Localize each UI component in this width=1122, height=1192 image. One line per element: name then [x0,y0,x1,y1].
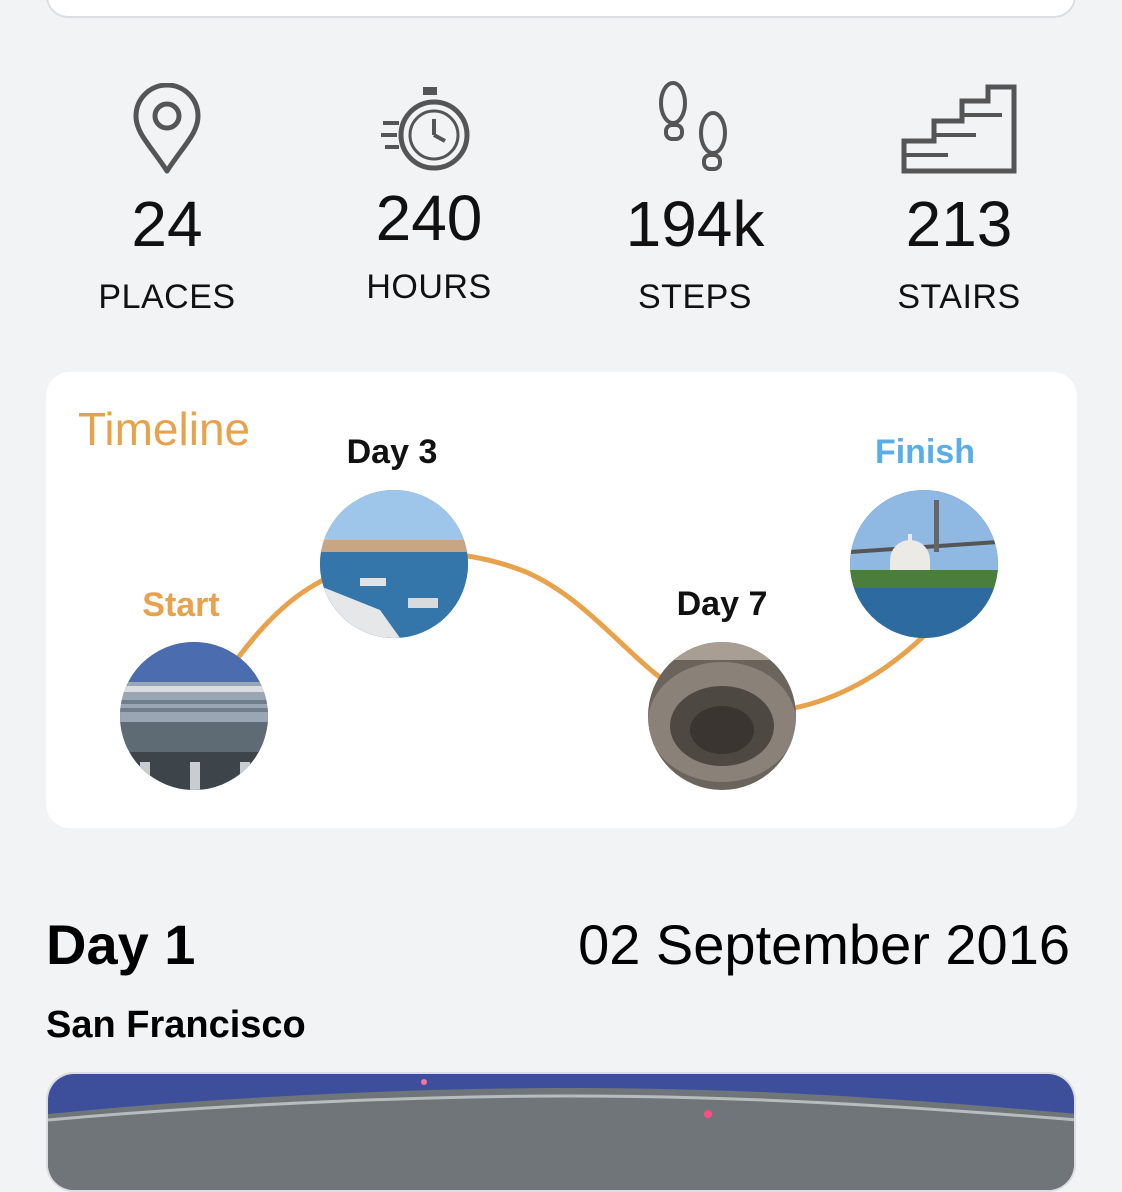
timeline-label-start: Start [142,586,220,624]
stat-value: 24 [131,188,203,260]
timeline-photo-start[interactable] [120,642,268,790]
stairs-icon [839,74,1079,184]
stat-value: 240 [375,182,483,254]
day-photo[interactable] [46,1072,1076,1192]
stat-steps: 194k STEPS [575,74,815,317]
footsteps-icon [575,74,815,184]
day-city: San Francisco [46,1004,306,1046]
timeline-label-finish: Finish [874,433,976,471]
timeline-photo-finish[interactable] [850,490,998,638]
stat-hours: 240 HOURS [309,74,549,307]
stat-label: STEPS [638,278,752,316]
day-title: Day 1 [46,913,196,976]
trip-stats: 24 PLACES 240 HOURS 194k STEPS 213 STAIR… [0,74,1122,334]
timeline-card[interactable]: Timeline Start Day 3 Day 7 Finish [46,372,1077,828]
stat-value: 194k [625,188,765,260]
stat-label: PLACES [98,278,236,316]
timeline-label-day7: Day 7 [676,585,768,623]
stopwatch-icon [309,74,549,184]
map-pin-icon [47,74,287,184]
timeline-label-day3: Day 3 [346,433,438,471]
stat-label: STAIRS [897,278,1021,316]
timeline-photo-day7[interactable] [648,642,796,790]
stat-places: 24 PLACES [47,74,287,317]
day-date: 02 September 2016 [578,913,1070,976]
stat-label: HOURS [366,268,492,306]
stat-value: 213 [905,188,1013,260]
stat-stairs: 213 STAIRS [839,74,1079,317]
timeline-photo-day3[interactable] [320,490,468,638]
previous-card [46,0,1076,18]
